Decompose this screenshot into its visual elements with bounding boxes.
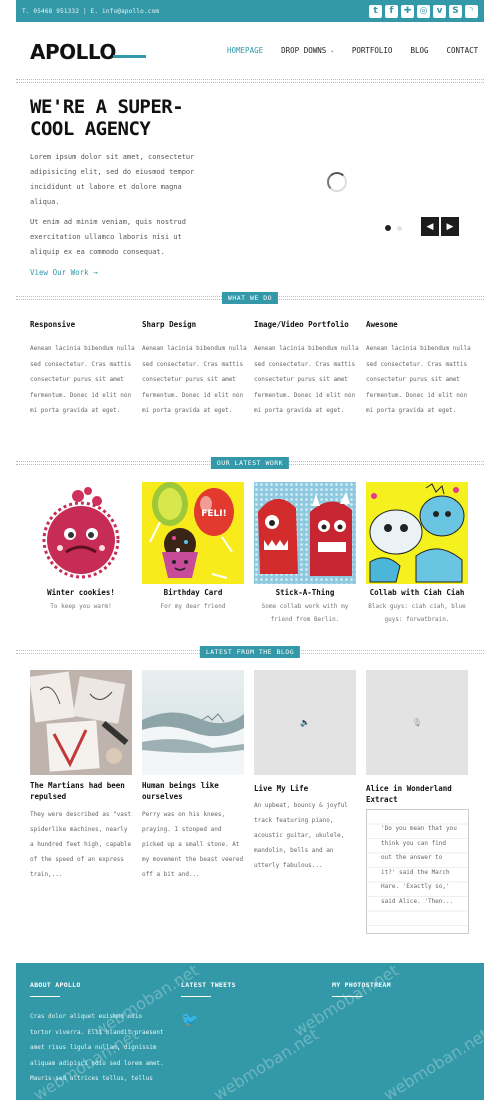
portfolio-title[interactable]: Birthday Card [140,588,246,597]
portfolio-image-stick-a-thing[interactable] [254,482,356,584]
slider-dot-active[interactable] [385,225,391,231]
portfolio-subtitle: For my dear friend [160,603,226,610]
footer-about-text: Cras dolor aliquet euismod odio tortor v… [30,1013,164,1082]
nav-portfolio[interactable]: PORTFOLIO [352,46,393,55]
nav-drop-downs[interactable]: DROP DOWNS ▾ [281,46,334,55]
skype-icon[interactable]: S [449,4,462,18]
site-logo[interactable]: APOLLO [30,40,116,64]
portfolio-image-collab[interactable] [366,482,468,584]
balloon-text: FELI! [201,509,226,519]
footer-heading-about: ABOUT APOLLO [30,981,81,989]
blog-post-title[interactable]: Human beings like ourselves [142,780,248,802]
service-column: Responsive Aenean lacinia bibendum nulla… [30,320,136,419]
slider-pagination [385,225,402,231]
social-links: t f ✚ ◎ v S ◝ [369,4,478,18]
blog-quote-box: 'Do you mean that you think you can find… [366,809,469,934]
main-nav: HOMEPAGE DROP DOWNS ▾ PORTFOLIO BLOG CON… [227,46,478,55]
section-label-what-we-do: WHAT WE DO [221,292,279,304]
footer-heading-tweets: LATEST TWEETS [181,981,236,989]
footer-heading-photostream: MY PHOTOSTREAM [332,981,391,989]
header-divider-2 [16,82,484,83]
vimeo-icon[interactable]: v [433,4,446,18]
watermark: webmoban.net [290,960,402,1041]
portfolio-subtitle: Some collab work with my friend from Ber… [261,603,349,623]
footer-heading-underline [332,996,362,997]
section-label-latest-work: OUR LATEST WORK [210,457,290,469]
portfolio-subtitle: Black guys: ciah ciah, blue guys: forwat… [368,603,466,623]
footer: ABOUT APOLLO LATEST TWEETS MY PHOTOSTREA… [16,960,492,1100]
blog-audio-placeholder[interactable]: 🔈 [254,670,356,775]
facebook-icon[interactable]: f [385,4,398,18]
footer-heading-underline [30,996,60,997]
portfolio-title[interactable]: Collab with Ciah Ciah [364,588,470,597]
slider-next-button[interactable]: ▶ [441,217,459,236]
blog-post-title[interactable]: The Martians had been repulsed [30,780,136,802]
twitter-bird-icon: 🐦 [181,1012,199,1028]
top-bar: T. 05468 951332 | E. info@apollo.com t f… [16,0,484,22]
service-title: Awesome [366,320,398,329]
blog-image-human-beings[interactable] [142,670,244,775]
blog-post-title[interactable]: Alice in Wonderland Extract [366,783,472,805]
slider-arrows: ◀ ▶ [421,217,459,236]
watermark: webmoban.net [380,1024,492,1100]
portfolio-image-birthday-card[interactable]: FELI! [142,482,244,584]
nav-blog[interactable]: BLOG [410,46,428,55]
slider-prev-button[interactable]: ◀ [421,217,439,236]
plus-icon[interactable]: ✚ [401,4,414,18]
dribbble-icon[interactable]: ◎ [417,4,430,18]
service-text: Aenean lacinia bibendum nulla sed consec… [366,345,471,414]
portfolio-image-winter-cookies[interactable] [30,482,132,584]
twitter-icon[interactable]: t [369,4,382,18]
rss-icon[interactable]: ◝ [465,4,478,18]
hero-title: WE'RE A SUPER-COOL AGENCY [30,96,184,140]
blog-post-excerpt: Perry was on his knees, praying. I stoop… [142,811,244,878]
section-label-blog: LATEST FROM THE BLOG [199,646,301,658]
microphone-icon: 🎙 [411,718,423,727]
slider-dot[interactable] [397,225,402,231]
service-title: Image/Video Portfolio [254,320,349,329]
blog-post-excerpt: An upbeat, bouncy & joyful track featuri… [254,802,348,869]
portfolio-title[interactable]: Winter cookies! [28,588,134,597]
watermark: webmoban.net [210,1024,322,1100]
hero-paragraph-1: Lorem ipsum dolor sit amet, consectetur … [30,153,195,206]
hero-paragraph-2: Ut enim ad minim veniam, quis nostrud ex… [30,218,186,256]
portfolio-subtitle: To keep you warm! [50,603,112,610]
loading-spinner-icon [327,172,347,192]
blog-post-title[interactable]: Live My Life [254,783,360,794]
nav-drop-downs-label: DROP DOWNS [281,46,327,55]
service-column: Image/Video Portfolio Aenean lacinia bib… [254,320,364,419]
footer-heading-underline [181,996,211,997]
service-text: Aenean lacinia bibendum nulla sed consec… [142,345,247,414]
caret-down-icon: ▾ [330,49,334,55]
contact-info: T. 05468 951332 | E. info@apollo.com [22,7,160,15]
logo-underline [113,55,146,58]
service-text: Aenean lacinia bibendum nulla sed consec… [30,345,135,414]
blog-image-martians[interactable] [30,670,132,775]
blog-post-excerpt: They were described as "vast spiderlike … [30,811,132,878]
view-our-work-link[interactable]: View Our Work → [30,268,98,277]
blog-quote-placeholder[interactable]: 🎙 [366,670,468,775]
service-column: Sharp Design Aenean lacinia bibendum nul… [142,320,248,419]
header-divider [16,79,484,80]
nav-contact[interactable]: CONTACT [447,46,479,55]
nav-homepage[interactable]: HOMEPAGE [227,46,263,55]
service-title: Sharp Design [142,320,197,329]
portfolio-title[interactable]: Stick-A-Thing [252,588,358,597]
service-title: Responsive [30,320,76,329]
service-column: Awesome Aenean lacinia bibendum nulla se… [366,320,472,419]
service-text: Aenean lacinia bibendum nulla sed consec… [254,345,359,414]
speaker-icon: 🔈 [300,718,310,727]
